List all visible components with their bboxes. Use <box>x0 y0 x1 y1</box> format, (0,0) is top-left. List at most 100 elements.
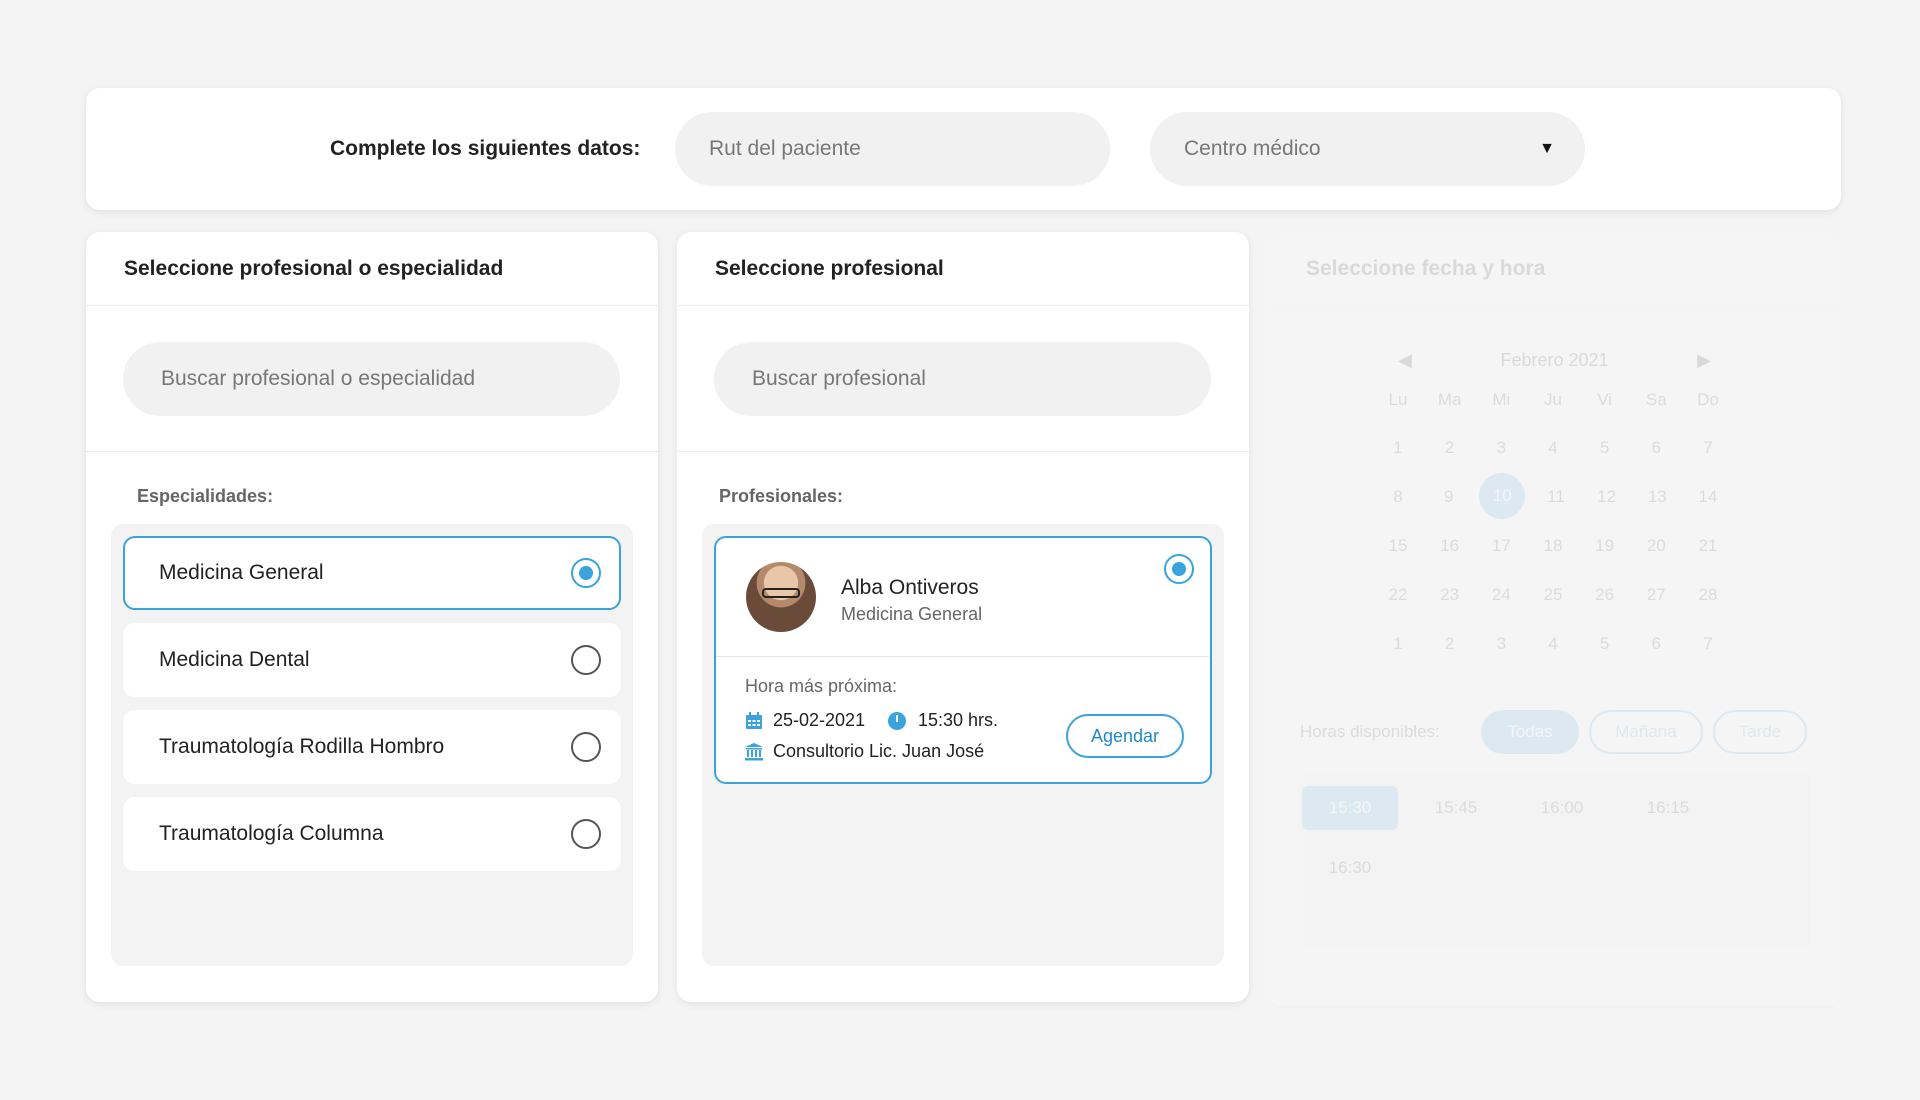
radio-icon[interactable] <box>571 732 601 762</box>
calendar-day[interactable]: 5 <box>1585 634 1625 654</box>
calendar-day[interactable]: 17 <box>1481 536 1521 556</box>
calendar-day[interactable]: 24 <box>1481 585 1521 605</box>
weekday-label: Lu <box>1388 390 1408 409</box>
radio-icon[interactable] <box>571 645 601 675</box>
next-place: Consultorio Lic. Juan José <box>745 741 984 762</box>
calendar-day[interactable]: 26 <box>1585 585 1625 605</box>
calendar-day[interactable]: 2 <box>1430 438 1470 458</box>
centro-medico-select[interactable]: Centro médico ▼ <box>1150 112 1585 186</box>
calendar-day[interactable]: 13 <box>1637 487 1677 519</box>
calendar-day[interactable]: 28 <box>1688 585 1728 605</box>
calendar-week-row: 1234567 <box>1378 634 1728 654</box>
calendar-day[interactable]: 23 <box>1430 585 1470 605</box>
time-slot[interactable]: 15:30 <box>1302 786 1398 830</box>
calendar-day[interactable]: 18 <box>1533 536 1573 556</box>
calendar-day[interactable]: 22 <box>1378 585 1418 605</box>
hours-label: Horas disponibles: <box>1300 722 1440 741</box>
calendar-week-row: 1234567 <box>1378 438 1728 458</box>
calendar-week-row: 8 9 10 11 12 13 14 <box>1378 473 1728 519</box>
calendar-panel-title: Seleccione fecha y hora <box>1268 232 1841 306</box>
radio-selected-icon[interactable] <box>571 558 601 588</box>
calendar-day[interactable]: 11 <box>1536 487 1576 519</box>
calendar-day[interactable]: 6 <box>1636 438 1676 458</box>
calendar-day[interactable]: 8 <box>1378 487 1418 519</box>
weekday-label: Mi <box>1492 390 1511 409</box>
professional-card[interactable]: Alba Ontiveros Medicina General Hora más… <box>714 536 1212 784</box>
professional-search-input[interactable]: Buscar profesional <box>714 342 1211 416</box>
professional-name: Alba Ontiveros <box>841 576 979 599</box>
specialty-search-input[interactable]: Buscar profesional o especialidad <box>123 342 620 416</box>
next-appointment-label: Hora más próxima: <box>745 676 898 696</box>
calendar-day[interactable]: 27 <box>1636 585 1676 605</box>
time-slot[interactable]: 16:30 <box>1302 846 1398 890</box>
specialty-item-traumatologia-rodilla-hombro[interactable]: Traumatología Rodilla Hombro <box>123 710 621 784</box>
calendar-day[interactable]: 14 <box>1688 487 1728 519</box>
calendar-day[interactable]: 9 <box>1429 487 1469 519</box>
weekday-label: Do <box>1697 390 1719 409</box>
time-slot[interactable]: 15:45 <box>1408 786 1504 830</box>
next-date: 25-02-2021 <box>745 710 865 731</box>
filter-tarde-button[interactable]: Tarde <box>1713 710 1807 754</box>
card-divider <box>716 656 1210 657</box>
chevron-left-icon[interactable]: ◀ <box>1398 350 1412 371</box>
calendar-day[interactable]: 6 <box>1636 634 1676 654</box>
next-time: 15:30 hrs. <box>888 710 998 731</box>
calendar-day[interactable]: 15 <box>1378 536 1418 556</box>
calendar-day[interactable]: 12 <box>1587 487 1627 519</box>
specialty-list: Medicina General Medicina Dental Traumat… <box>111 524 633 966</box>
filter-todas-button[interactable]: Todas <box>1481 710 1579 754</box>
next-place-value: Consultorio Lic. Juan José <box>773 741 985 761</box>
specialty-item-label: Medicina General <box>159 561 324 584</box>
specialty-item-label: Medicina Dental <box>159 648 310 671</box>
calendar-day[interactable]: 1 <box>1378 634 1418 654</box>
radio-selected-icon[interactable] <box>1164 554 1194 584</box>
next-time-value: 15:30 hrs. <box>918 710 999 730</box>
next-date-value: 25-02-2021 <box>773 710 866 730</box>
rut-input[interactable]: Rut del paciente <box>675 112 1110 186</box>
calendar-day[interactable]: 7 <box>1688 634 1728 654</box>
specialty-search-area: Buscar profesional o especialidad <box>86 306 658 452</box>
agendar-button[interactable]: Agendar <box>1066 714 1184 758</box>
weekday-label: Sa <box>1645 390 1667 409</box>
centro-medico-label: Centro médico <box>1184 137 1321 160</box>
specialty-item-label: Traumatología Columna <box>159 822 384 845</box>
calendar-day[interactable]: 2 <box>1430 634 1470 654</box>
professional-panel-title: Seleccione profesional <box>677 232 1249 306</box>
specialty-item-medicina-dental[interactable]: Medicina Dental <box>123 623 621 697</box>
calendar-day[interactable]: 4 <box>1533 438 1573 458</box>
calendar-day[interactable]: 1 <box>1378 438 1418 458</box>
calendar-day[interactable]: 3 <box>1481 438 1521 458</box>
calendar-day[interactable]: 5 <box>1585 438 1625 458</box>
month-nav: ◀ Febrero 2021 ▶ <box>1268 350 1841 371</box>
chevron-down-icon: ▼ <box>1539 140 1555 157</box>
calendar-day[interactable]: 10 <box>1479 473 1526 519</box>
calendar-day[interactable]: 20 <box>1636 536 1676 556</box>
calendar-panel: Seleccione fecha y hora ◀ Febrero 2021 ▶… <box>1268 232 1841 1006</box>
avatar <box>746 562 816 632</box>
calendar-day[interactable]: 25 <box>1533 585 1573 605</box>
weekday-header: Lu Ma Mi Ju Vi Sa Do <box>1378 390 1728 410</box>
patient-data-bar: Complete los siguientes datos: Rut del p… <box>86 88 1841 210</box>
calendar-icon <box>746 711 762 729</box>
calendar-day[interactable]: 4 <box>1533 634 1573 654</box>
time-slot[interactable]: 16:00 <box>1514 786 1610 830</box>
radio-icon[interactable] <box>571 819 601 849</box>
patient-data-label: Complete los siguientes datos: <box>330 137 641 160</box>
specialty-item-traumatologia-columna[interactable]: Traumatología Columna <box>123 797 621 871</box>
calendar-day[interactable]: 3 <box>1481 634 1521 654</box>
professionals-label: Profesionales: <box>719 486 844 506</box>
month-label: Febrero 2021 <box>1500 350 1609 370</box>
chevron-right-icon[interactable]: ▶ <box>1697 350 1711 371</box>
professional-list: Alba Ontiveros Medicina General Hora más… <box>702 524 1224 966</box>
specialty-item-medicina-general[interactable]: Medicina General <box>123 536 621 610</box>
filter-manana-button[interactable]: Mañana <box>1589 710 1703 754</box>
calendar-day[interactable]: 7 <box>1688 438 1728 458</box>
weekday-label: Ju <box>1543 390 1562 409</box>
calendar-day[interactable]: 21 <box>1688 536 1728 556</box>
specialty-panel-title: Seleccione profesional o especialidad <box>86 232 658 306</box>
calendar-day[interactable]: 19 <box>1585 536 1625 556</box>
specialties-label: Especialidades: <box>137 486 274 506</box>
calendar-week-row: 22 23 24 25 26 27 28 <box>1378 585 1728 605</box>
time-slot[interactable]: 16:15 <box>1620 786 1716 830</box>
calendar-day[interactable]: 16 <box>1430 536 1470 556</box>
